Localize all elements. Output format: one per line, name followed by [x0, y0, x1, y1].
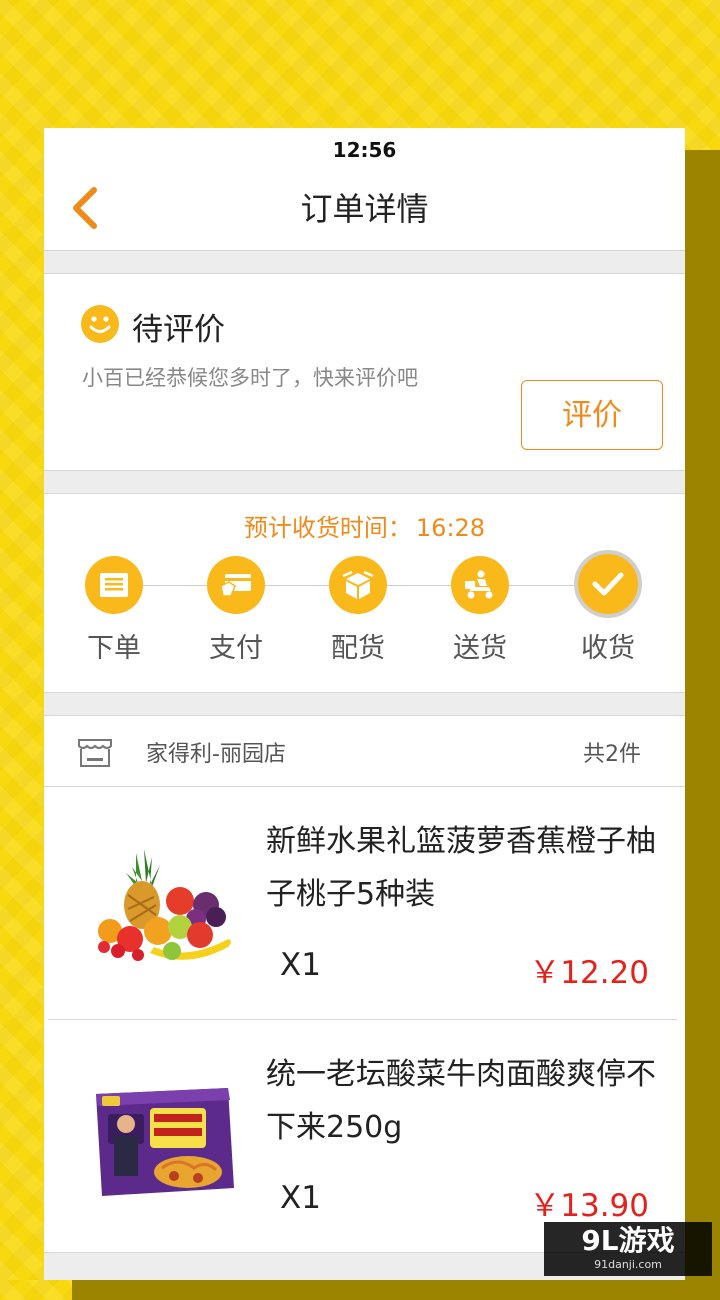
order-status-subtitle: 小百已经恭候您多时了，快来评价吧 [82, 366, 418, 390]
product-price: ￥13.90 [529, 1188, 649, 1224]
order-status-title: 待评价 [132, 312, 225, 348]
step-pay: 支付 [186, 556, 286, 665]
product-name: 统一老坛酸菜牛肉面酸爽停不下来250g [266, 1057, 656, 1145]
delivery-scooter-icon [451, 556, 509, 614]
eta-text: 预计收货时间： 16:28 [44, 494, 685, 543]
smiley-icon [81, 305, 119, 343]
step-label: 支付 [209, 633, 263, 664]
product-name: 新鲜水果礼篮菠萝香蕉橙子柚子桃子5种装 [266, 824, 656, 912]
step-order: 下单 [64, 556, 164, 665]
store-icon [78, 739, 112, 767]
checkmark-icon [574, 550, 642, 618]
store-row[interactable]: 家得利-丽园店 共2件 [44, 716, 685, 787]
step-label: 收货 [581, 633, 635, 664]
product-price: ￥12.20 [529, 955, 649, 991]
watermark-url: 91danji.com [594, 1258, 662, 1271]
step-label: 下单 [87, 633, 141, 664]
step-pack: 配货 [308, 556, 408, 665]
package-icon [329, 556, 387, 614]
chevron-left-icon[interactable] [66, 186, 110, 230]
delivery-progress-card: 预计收货时间： 16:28 下单 支付 配货 送货 收货 [44, 493, 685, 693]
product-quantity: X1 [280, 1180, 321, 1216]
order-status-card: 待评价 小百已经恭候您多时了，快来评价吧 评价 [44, 273, 685, 471]
instant-noodles-image [96, 1088, 234, 1196]
store-items-card: 家得利-丽园店 共2件 新鲜水果礼篮菠萝香蕉橙子柚子桃子5种装 X1 ￥12.2… [44, 715, 685, 1253]
step-deliver: 送货 [430, 556, 530, 665]
step-label: 送货 [453, 633, 507, 664]
rate-button[interactable]: 评价 [521, 380, 663, 450]
step-receive: 收货 [558, 550, 658, 665]
item-count: 共2件 [583, 742, 641, 767]
product-quantity: X1 [280, 947, 321, 983]
receipt-icon [85, 556, 143, 614]
phone-screen: 12:56 订单详情 待评价 小百已经恭候您多时了，快来评价吧 评价 预计收货时… [44, 128, 685, 1280]
eta-time: 16:28 [415, 514, 486, 542]
fruit-basket-image [98, 849, 231, 961]
step-label: 配货 [331, 633, 385, 664]
watermark-logo: 9L游戏 [581, 1224, 675, 1257]
watermark: 9L游戏 91danji.com [544, 1222, 712, 1276]
eta-label: 预计收货时间： [243, 514, 412, 542]
product-item[interactable]: 新鲜水果礼篮菠萝香蕉橙子柚子桃子5种装 X1 ￥12.20 [48, 787, 677, 1020]
card-icon [207, 556, 265, 614]
nav-bar: 订单详情 [44, 168, 685, 251]
product-item[interactable]: 统一老坛酸菜牛肉面酸爽停不下来250g X1 ￥13.90 [48, 1020, 677, 1252]
page-title: 订单详情 [300, 190, 429, 228]
store-name: 家得利-丽园店 [146, 742, 286, 767]
status-bar-time: 12:56 [44, 128, 685, 168]
